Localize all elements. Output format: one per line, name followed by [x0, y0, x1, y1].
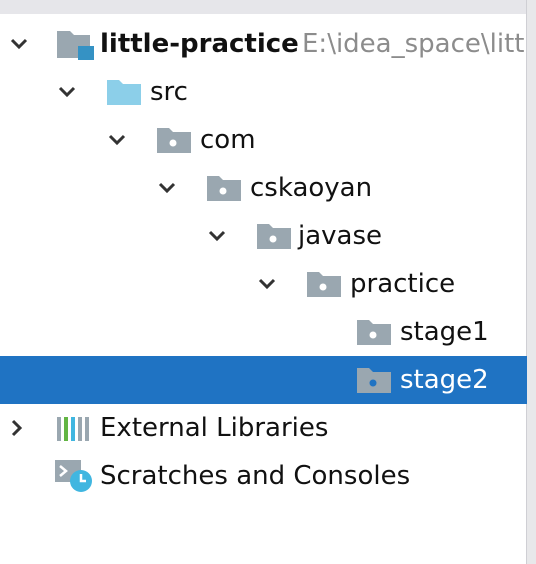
- project-tree: little-practice E:\idea_space\litt src c…: [0, 20, 527, 500]
- tree-node-label: practice: [350, 269, 456, 299]
- tree-node-com[interactable]: com: [0, 116, 527, 164]
- tree-node-external-libraries[interactable]: External Libraries: [0, 404, 527, 452]
- tree-node-label: cskaoyan: [250, 173, 373, 203]
- tree-node-root[interactable]: little-practice E:\idea_space\litt: [0, 20, 527, 68]
- package-folder-icon: [156, 116, 192, 164]
- tree-node-stage1[interactable]: stage1: [0, 308, 527, 356]
- package-folder-icon: [206, 164, 242, 212]
- tree-node-javase[interactable]: javase: [0, 212, 527, 260]
- chevron-down-icon[interactable]: [204, 212, 230, 260]
- chevron-down-icon[interactable]: [54, 68, 80, 116]
- chevron-down-icon[interactable]: [254, 260, 280, 308]
- tree-node-label: src: [150, 77, 188, 107]
- tree-node-label: Scratches and Consoles: [100, 461, 411, 491]
- package-folder-icon: [306, 260, 342, 308]
- tree-node-label: com: [200, 125, 256, 155]
- module-path: E:\idea_space\litt: [302, 29, 525, 59]
- module-folder-icon: [56, 20, 96, 68]
- chevron-down-icon[interactable]: [6, 20, 32, 68]
- tree-node-label: External Libraries: [100, 413, 329, 443]
- tree-node-practice[interactable]: practice: [0, 260, 527, 308]
- tree-node-label: stage1: [400, 317, 489, 347]
- panel-top-border: [0, 0, 536, 14]
- libraries-icon: [56, 404, 92, 452]
- chevron-down-icon[interactable]: [104, 116, 130, 164]
- chevron-right-icon[interactable]: [4, 404, 30, 452]
- tree-node-cskaoyan[interactable]: cskaoyan: [0, 164, 527, 212]
- package-folder-icon: [356, 308, 392, 356]
- scratches-icon: [54, 452, 94, 500]
- tree-node-label: javase: [298, 221, 383, 251]
- chevron-down-icon[interactable]: [154, 164, 180, 212]
- tree-node-stage2[interactable]: stage2: [0, 356, 527, 404]
- tree-node-label: little-practice: [100, 29, 299, 59]
- vertical-scrollbar[interactable]: [526, 0, 536, 564]
- package-folder-icon: [256, 212, 292, 260]
- tree-node-label: stage2: [400, 365, 489, 395]
- package-folder-icon: [356, 356, 392, 404]
- tree-node-scratches[interactable]: Scratches and Consoles: [0, 452, 527, 500]
- tree-node-src[interactable]: src: [0, 68, 527, 116]
- source-folder-icon: [106, 68, 142, 116]
